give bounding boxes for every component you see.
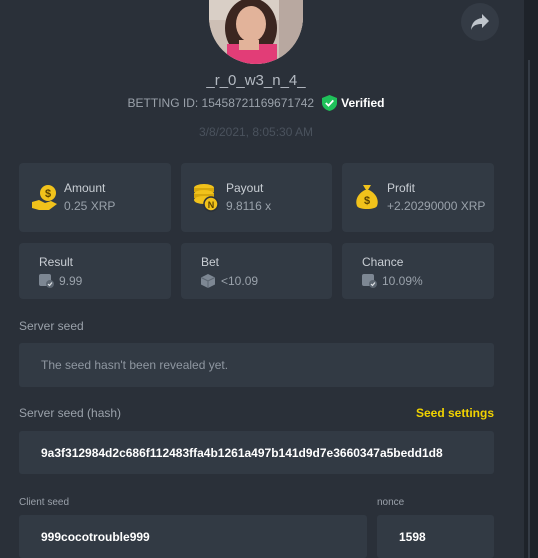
scrollbar-track[interactable] <box>524 0 538 558</box>
verified-label: Verified <box>341 96 385 110</box>
coin-stack-icon: N <box>194 184 219 212</box>
client-seed-label: Client seed <box>19 497 70 508</box>
username: _r_0_w3_n_4_ <box>206 72 306 89</box>
amount-title: Amount <box>64 181 106 195</box>
amount-value: 0.25 XRP <box>64 199 116 213</box>
nonce-field[interactable]: 1598 <box>377 515 494 558</box>
server-seed-hash-field[interactable]: 9a3f312984d2c686f112483ffa4b1261a497b141… <box>19 431 494 474</box>
bet-title: Bet <box>201 255 220 269</box>
bet-card: Bet <10.09 <box>181 243 332 299</box>
verified-badge: Verified <box>322 95 384 111</box>
bet-timestamp: 3/8/2021, 8:05:30 AM <box>198 125 314 139</box>
nonce-label: nonce <box>377 497 405 508</box>
client-seed-field[interactable]: 999cocotrouble999 <box>19 515 367 558</box>
result-value: 9.99 <box>59 274 83 288</box>
coin-hand-icon: $ <box>32 185 57 210</box>
scrollbar-line <box>528 60 530 558</box>
chance-value: 10.09% <box>382 274 423 288</box>
avatar <box>209 0 303 64</box>
result-card: Result 9.99 <box>19 243 171 299</box>
profit-title: Profit <box>387 181 416 195</box>
share-button[interactable] <box>461 3 499 41</box>
chance-card: Chance 10.09% <box>342 243 494 299</box>
betting-id-row: BETTING ID: 15458721169671742 Verified <box>0 95 512 111</box>
seed-settings-link[interactable]: Seed settings <box>416 406 494 420</box>
result-title: Result <box>39 255 74 269</box>
svg-text:$: $ <box>45 188 51 200</box>
cube-icon <box>201 274 215 288</box>
share-icon <box>471 14 489 30</box>
server-seed-hash-label: Server seed (hash) <box>19 406 122 420</box>
server-seed-label: Server seed <box>19 319 84 333</box>
server-seed-field: The seed hasn't been revealed yet. <box>19 343 494 387</box>
dice-check-icon <box>362 274 377 288</box>
payout-card: N Payout 9.8116 x <box>181 163 332 232</box>
bet-value: <10.09 <box>221 274 259 288</box>
amount-card: $ Amount 0.25 XRP <box>19 163 171 232</box>
payout-value: 9.8116 x <box>226 199 272 213</box>
profit-value: +2.20290000 XRP <box>387 199 486 213</box>
profit-card: $ Profit +2.20290000 XRP <box>342 163 494 232</box>
money-bag-icon: $ <box>356 185 378 209</box>
svg-text:N: N <box>208 200 215 210</box>
betting-id: BETTING ID: 15458721169671742 <box>127 96 315 110</box>
verified-shield-icon <box>322 95 338 111</box>
payout-title: Payout <box>226 181 264 195</box>
svg-text:$: $ <box>364 195 370 207</box>
chance-title: Chance <box>362 255 404 269</box>
dice-check-icon <box>39 274 54 288</box>
